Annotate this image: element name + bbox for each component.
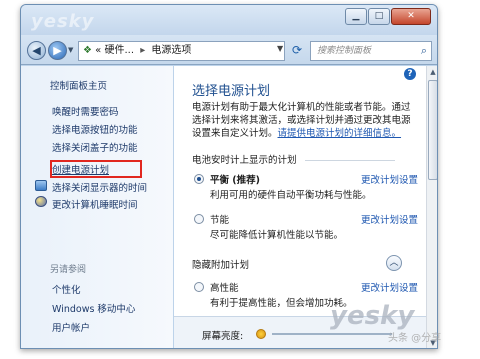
plan-description: 利用可用的硬件自动平衡功耗与性能。	[210, 190, 372, 201]
breadcrumb-power-options[interactable]: 电源选项	[151, 45, 191, 56]
sidebar-home-link[interactable]: 控制面板主页	[50, 78, 107, 92]
sleep-icon	[35, 196, 47, 207]
radio-balanced[interactable]	[194, 174, 204, 184]
breadcrumb-arrow-icon: ▸	[140, 45, 146, 56]
sidebar-item-sleep-time[interactable]: 更改计算机睡眠时间	[52, 197, 138, 211]
back-button[interactable]: ◀	[27, 41, 46, 60]
help-icon[interactable]: ?	[404, 68, 416, 80]
monitor-icon	[35, 180, 47, 191]
radio-high-performance[interactable]	[194, 282, 204, 292]
group-divider	[304, 160, 395, 161]
plan-name: 高性能	[210, 283, 239, 294]
change-plan-settings-link[interactable]: 更改计划设置	[361, 172, 418, 186]
change-plan-settings-link[interactable]: 更改计划设置	[361, 280, 418, 294]
vertical-scrollbar[interactable]: ▲ ▼	[426, 66, 437, 348]
search-input[interactable]: 搜索控制面板 ⌕	[310, 41, 432, 61]
see-also-user-accounts[interactable]: 用户帐户	[52, 320, 90, 334]
plan-name: 节能	[210, 215, 230, 226]
intro-text: 电源计划有助于最大化计算机的性能或者节能。通过选择计划来将其激活，或选择计划并通…	[192, 101, 416, 140]
control-panel-window: yesky ▁ □ ✕ ◀ ▶ ▼ ❖ « 硬件... ▸ 电源选项 ▼ ⟳ 搜…	[20, 4, 438, 349]
sidebar-item-create-plan[interactable]: 创建电源计划	[52, 162, 109, 176]
search-icon[interactable]: ⌕	[421, 42, 427, 60]
breadcrumb-hardware[interactable]: 硬件...	[104, 45, 134, 56]
address-bar[interactable]: ❖ « 硬件... ▸ 电源选项	[78, 41, 285, 61]
brightness-label: 屏幕亮度:	[202, 331, 244, 342]
scroll-up-icon[interactable]: ▲	[428, 67, 437, 77]
minimize-button[interactable]: ▁	[345, 8, 367, 25]
forward-button[interactable]: ▶	[48, 41, 67, 60]
plan-name: 平衡 (推荐)	[210, 175, 260, 186]
share-watermark: 头条 @分享	[388, 333, 442, 344]
search-placeholder: 搜索控制面板	[317, 46, 372, 56]
sidebar-item-wake-password[interactable]: 唤醒时需要密码	[52, 104, 119, 118]
see-also-mobility-center[interactable]: Windows 移动中心	[52, 301, 135, 315]
sidebar-item-display-off[interactable]: 选择关闭显示器的时间	[52, 180, 147, 194]
maximize-button[interactable]: □	[368, 8, 390, 25]
hidden-plans-heading[interactable]: 隐藏附加计划	[192, 257, 249, 271]
change-plan-settings-link[interactable]: 更改计划设置	[361, 212, 418, 226]
page-title: 选择电源计划	[192, 84, 271, 99]
brightness-sun-icon	[256, 329, 266, 339]
refresh-icon[interactable]: ⟳	[288, 42, 306, 60]
caption-buttons: ▁ □ ✕	[345, 8, 431, 25]
yesky-watermark: yesky	[330, 301, 415, 331]
address-toolbar: ◀ ▶ ▼ ❖ « 硬件... ▸ 电源选项 ▼ ⟳ 搜索控制面板 ⌕	[21, 35, 437, 65]
sidebar-item-lid-close[interactable]: 选择关闭盖子的功能	[52, 140, 138, 154]
see-also-personalization[interactable]: 个性化	[52, 282, 81, 296]
brightness-slider[interactable]	[272, 333, 392, 335]
plan-details-link[interactable]: 请提供电源计划的详细信息。	[278, 128, 402, 139]
plan-power-saver[interactable]: 节能 更改计划设置 尽可能降低计算机性能以节能。	[192, 210, 418, 244]
hidden-plans-label: 隐藏附加计划	[192, 260, 250, 271]
close-button[interactable]: ✕	[391, 8, 431, 25]
screenshot-stage: yesky ▁ □ ✕ ◀ ▶ ▼ ❖ « 硬件... ▸ 电源选项 ▼ ⟳ 搜…	[0, 0, 480, 359]
plan-balanced[interactable]: 平衡 (推荐) 更改计划设置 利用可用的硬件自动平衡功耗与性能。	[192, 170, 418, 204]
plan-description: 尽可能降低计算机性能以节能。	[210, 230, 344, 241]
see-also-heading: 另请参阅	[50, 265, 87, 275]
address-dropdown-icon[interactable]: ▼	[277, 44, 283, 53]
path-prefix: «	[95, 45, 102, 56]
collapse-chevron-icon[interactable]: ︿	[386, 255, 402, 271]
title-bar: yesky ▁ □ ✕	[21, 5, 437, 35]
title-watermark: yesky	[31, 11, 95, 32]
recent-pages-chevron-icon[interactable]: ▼	[68, 46, 73, 54]
scroll-thumb[interactable]	[428, 80, 437, 180]
battery-plans-heading: 电池安时计上显示的计划	[192, 152, 395, 166]
battery-plans-label: 电池安时计上显示的计划	[192, 155, 297, 166]
sidebar-item-power-button[interactable]: 选择电源按钮的功能	[52, 122, 138, 136]
radio-power-saver[interactable]	[194, 214, 204, 224]
sidebar: 控制面板主页 唤醒时需要密码 选择电源按钮的功能 选择关闭盖子的功能 创建电源计…	[21, 66, 173, 348]
control-panel-icon: ❖	[83, 45, 92, 56]
